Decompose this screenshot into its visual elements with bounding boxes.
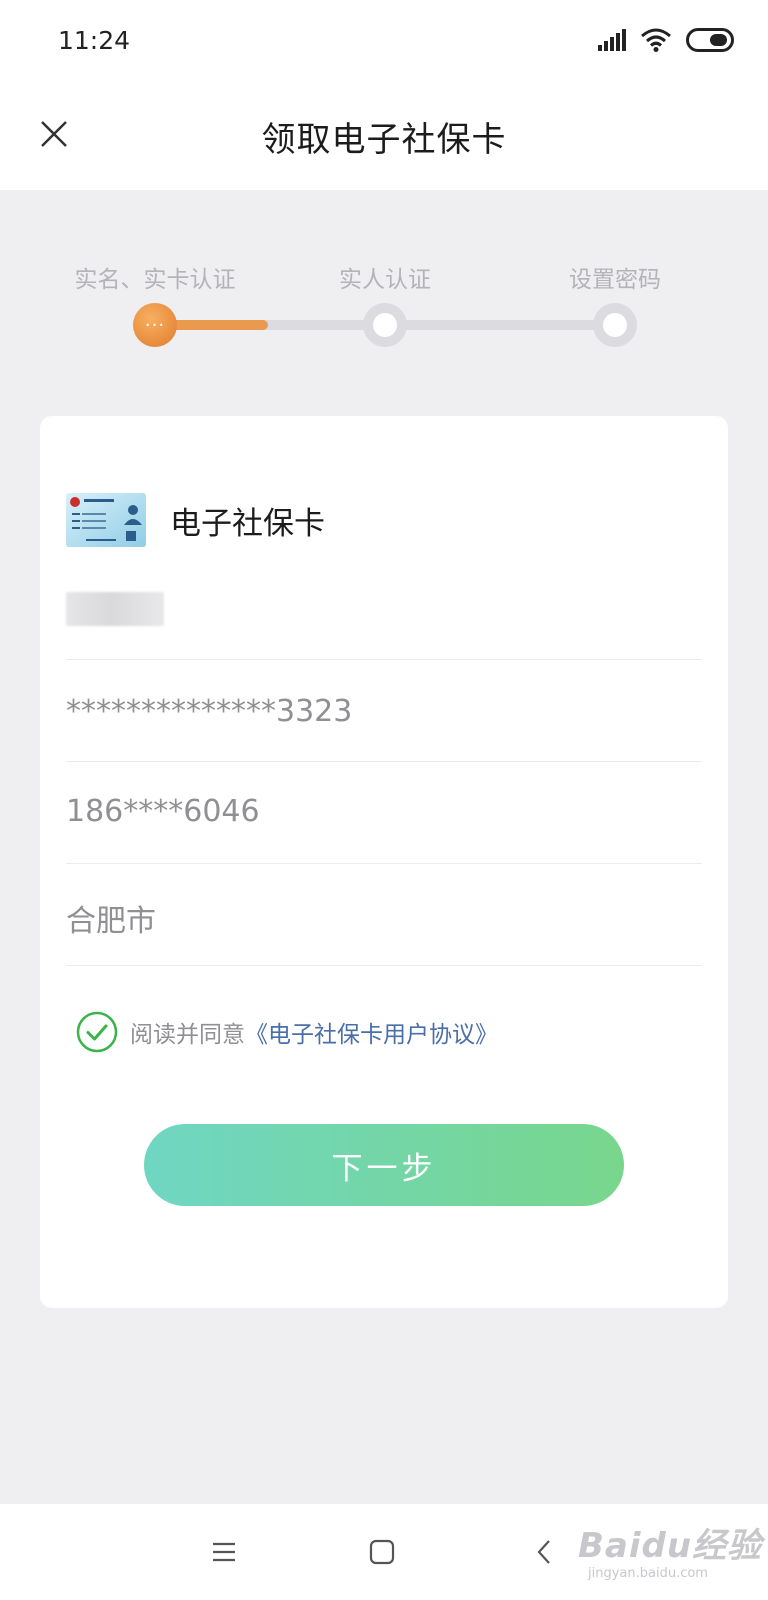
blurred-name <box>66 592 164 626</box>
phone-value: 186****6046 <box>66 794 260 829</box>
step-dot-2 <box>363 303 407 347</box>
next-button[interactable]: 下一步 <box>144 1124 624 1206</box>
agreement-row: 阅读并同意 《电子社保卡用户协议》 <box>76 1010 498 1054</box>
agreement-prefix: 阅读并同意 <box>130 1022 245 1048</box>
status-bar: 11:24 <box>0 0 768 84</box>
step-dot-3 <box>593 303 637 347</box>
step-label-2: 实人认证 <box>339 267 431 293</box>
status-icons <box>598 28 734 52</box>
signal-icon <box>598 29 626 51</box>
step-dot-active: ··· <box>133 303 177 347</box>
card-title: 电子社保卡 <box>170 505 325 542</box>
card-header: 电子社保卡 <box>66 492 325 548</box>
id-number-value: **************3323 <box>66 694 353 729</box>
city-value: 合肥市 <box>66 904 156 939</box>
status-time: 11:24 <box>58 26 131 55</box>
page-title: 领取电子社保卡 <box>261 120 507 160</box>
watermark-logo: Baidu经验 <box>578 1526 763 1566</box>
menu-icon[interactable] <box>210 1538 238 1566</box>
step-label-3: 设置密码 <box>569 267 661 293</box>
wifi-icon <box>641 28 671 52</box>
agreement-link[interactable]: 《电子社保卡用户协议》 <box>245 1015 498 1049</box>
id-number-field[interactable]: **************3323 <box>66 660 702 762</box>
phone-field[interactable]: 186****6046 <box>66 762 702 864</box>
back-icon[interactable] <box>530 1538 558 1566</box>
watermark: Baidu经验 jingyan.baidu.com <box>578 1518 761 1588</box>
home-icon[interactable] <box>368 1538 396 1566</box>
checkmark-icon[interactable] <box>76 1011 118 1053</box>
progress-steps: 实名、实卡认证 实人认证 设置密码 ··· <box>0 190 768 390</box>
app-header: 领取电子社保卡 <box>0 84 768 190</box>
social-card-form: 电子社保卡 **************3323 186****6046 合肥市… <box>40 416 728 1308</box>
ellipsis-icon: ··· <box>144 314 166 336</box>
city-field[interactable]: 合肥市 <box>66 864 702 966</box>
battery-icon <box>686 28 734 52</box>
social-security-card-icon <box>66 493 146 547</box>
name-field[interactable] <box>66 584 702 660</box>
step-label-1: 实名、实卡认证 <box>74 267 236 293</box>
watermark-url: jingyan.baidu.com <box>588 1566 708 1581</box>
